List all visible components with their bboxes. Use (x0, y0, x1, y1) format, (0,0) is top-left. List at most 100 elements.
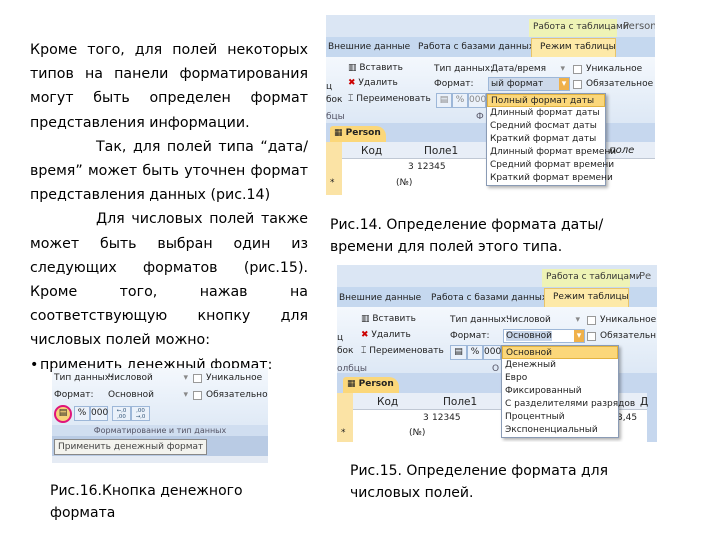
format-select[interactable]: Основной ▾ (108, 390, 188, 400)
thousands-button[interactable]: 000 (483, 345, 501, 360)
menu-option[interactable]: Процентный (502, 411, 618, 424)
table-icon: ▦ (347, 379, 359, 389)
rename-button[interactable]: ⌶ Переименовать (348, 94, 431, 104)
percent-button[interactable]: % (74, 406, 90, 421)
tab-database-tools[interactable]: Работа с базами данных (431, 293, 547, 303)
unique-checkbox[interactable] (587, 316, 596, 325)
column-header-d[interactable]: Д (640, 396, 648, 408)
chevron-down-icon[interactable]: ▾ (559, 78, 569, 90)
insert-button[interactable]: ▥ Вставить (348, 63, 403, 73)
decrease-decimals-button[interactable]: ,00 →,0 (131, 406, 150, 421)
insert-button[interactable]: ▥ Вставить (361, 314, 416, 324)
unique-checkbox[interactable] (573, 65, 582, 74)
data-type-value: Числовой (108, 373, 153, 383)
cell[interactable]: 3 (408, 162, 414, 172)
clipped-label: ц (326, 82, 333, 92)
thousands-button[interactable]: 000 (468, 93, 486, 108)
menu-option[interactable]: Денежный (502, 359, 618, 372)
cell[interactable]: 3,45 (617, 413, 637, 423)
data-type-label: Тип данных: (450, 315, 510, 325)
required-checkbox[interactable] (193, 391, 202, 400)
table-tab-label: Person (358, 379, 394, 389)
delete-column-icon: ✖ (361, 330, 372, 340)
format-dropdown-menu[interactable]: Полный формат даты Длинный формат даты С… (486, 93, 616, 186)
data-type-label: Тип данных: (434, 64, 494, 74)
group-label: Ф (476, 112, 484, 122)
format-select[interactable]: Основной ▾ (503, 329, 585, 343)
data-type-value: Дата/время (491, 64, 547, 74)
currency-format-button[interactable]: ▤ (54, 405, 72, 423)
currency-icon: ▤ (58, 408, 68, 418)
currency-format-button[interactable]: ▤ (436, 93, 452, 108)
clipped-label: ц (337, 333, 344, 343)
new-row-marker: * (341, 428, 346, 438)
table-tab-label: Person (345, 128, 381, 138)
format-value: Основной (108, 390, 154, 400)
percent-button[interactable]: % (467, 345, 483, 360)
delete-button[interactable]: ✖ Удалить (361, 330, 411, 340)
rename-label: Переименовать (356, 94, 431, 104)
data-type-select[interactable]: Дата/время ▾ (488, 62, 568, 76)
currency-format-button[interactable]: ▤ (450, 345, 467, 360)
required-label: Обязательное (586, 79, 654, 89)
tab-database-tools[interactable]: Работа с базами данных (418, 42, 534, 52)
rename-button[interactable]: ⌶ Переименовать (361, 346, 444, 356)
paragraph-1: Кроме того, для полей некоторых типов на… (30, 42, 308, 131)
menu-option[interactable]: С разделителями разрядов (502, 398, 635, 411)
menu-option[interactable]: Экспоненциальный (502, 424, 618, 437)
thousands-button[interactable]: 000 (90, 406, 108, 421)
chevron-down-icon: ▾ (183, 390, 188, 400)
delete-button[interactable]: ✖ Удалить (348, 78, 398, 88)
required-checkbox[interactable] (573, 80, 582, 89)
menu-option[interactable]: Полный формат даты (487, 94, 605, 107)
column-header-pole1[interactable]: Поле1 (443, 396, 477, 408)
data-type-select[interactable]: Числовой ▾ (503, 313, 583, 327)
column-header-kod[interactable]: Код (361, 145, 382, 157)
column-header-kod[interactable]: Код (377, 396, 398, 408)
menu-option[interactable]: Краткий формат времени (487, 172, 613, 185)
percent-button[interactable]: % (452, 93, 468, 108)
clipped-label: бок (337, 346, 354, 356)
menu-option[interactable]: Краткий формат даты (487, 133, 605, 146)
format-dropdown-menu[interactable]: Основной Денежный Евро Фиксированный С р… (501, 345, 635, 438)
new-row-id: (№) (409, 428, 426, 438)
tab-external-data[interactable]: Внешние данные (328, 42, 410, 52)
figure-16-screenshot: Тип данных: Числовой ▾ Формат: Основной ▾ … (52, 368, 268, 463)
table-tab-person[interactable]: ▦ Person (330, 126, 386, 142)
new-row-id: (№) (396, 178, 413, 188)
figure-14-screenshot: Работа с таблицами Person Внешние данные… (326, 15, 655, 195)
menu-option[interactable]: Средний фосмат даты (487, 120, 605, 133)
menu-option[interactable]: Фиксированный (502, 385, 618, 398)
window-title: Person (623, 21, 655, 32)
menu-option[interactable]: Длинный формат даты (487, 107, 605, 120)
tab-datasheet[interactable]: Режим таблицы (531, 38, 616, 57)
context-tab[interactable]: Работа с таблицами (529, 19, 629, 37)
data-type-label: Тип данных: (54, 373, 114, 383)
context-tab[interactable]: Работа с таблицами (542, 269, 642, 287)
format-select[interactable]: ый формат даты▾ (488, 77, 570, 101)
unique-label: Уникальное (586, 64, 643, 74)
required-checkbox[interactable] (587, 332, 596, 341)
column-header-pole1[interactable]: Поле1 (424, 145, 458, 157)
menu-option[interactable]: Основной (502, 346, 618, 359)
menu-option[interactable]: Евро (502, 372, 618, 385)
tooltip: Применить денежный формат (54, 439, 208, 455)
cell[interactable]: 12345 (432, 413, 461, 423)
data-type-value: Числовой (506, 315, 551, 325)
table-tab-person[interactable]: ▦ Person (343, 377, 399, 393)
menu-option[interactable]: Средний формат времени (487, 159, 614, 172)
cell[interactable]: 3 (423, 413, 429, 423)
format-value: Основной (506, 331, 552, 341)
figure-15-screenshot: Работа с таблицами Ре Внешние данные Раб… (337, 265, 657, 442)
tab-datasheet[interactable]: Режим таблицы (544, 288, 629, 307)
data-type-select[interactable]: Числовой ▾ (108, 373, 188, 383)
menu-option[interactable]: Длинный формат времени (487, 146, 616, 159)
unique-checkbox[interactable] (193, 374, 202, 383)
insert-label: Вставить (359, 63, 403, 73)
bullet-mark: • (30, 356, 39, 373)
tab-external-data[interactable]: Внешние данные (339, 293, 421, 303)
chevron-down-icon[interactable]: ▾ (574, 330, 584, 342)
cell[interactable]: 12345 (417, 162, 446, 172)
increase-decimals-button[interactable]: ←,0 ,00 (112, 406, 131, 421)
format-label: Формат: (54, 390, 94, 400)
